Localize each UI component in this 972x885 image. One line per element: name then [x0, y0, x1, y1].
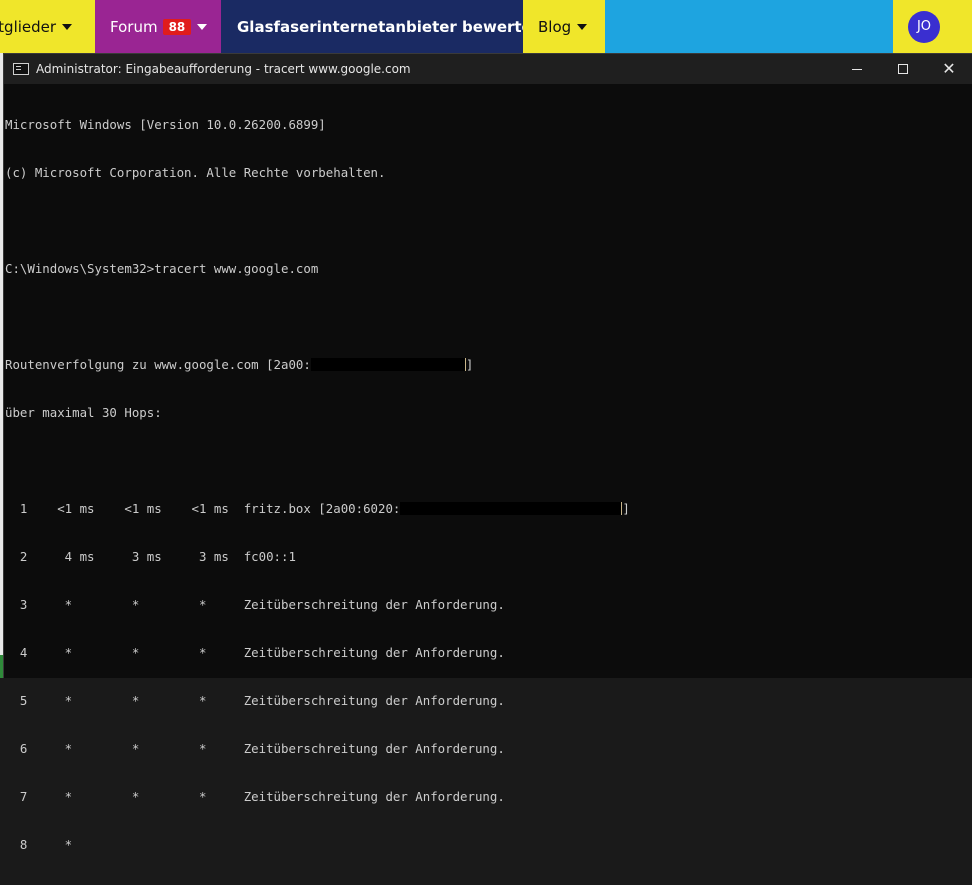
- nav-mitglieder[interactable]: itglieder: [0, 0, 95, 53]
- console-line-copyright: (c) Microsoft Corporation. Alle Rechte v…: [5, 165, 386, 180]
- redacted-address-block: [310, 358, 466, 371]
- forum-count-badge: 88: [162, 18, 192, 35]
- console-output[interactable]: Microsoft Windows [Version 10.0.26200.68…: [4, 84, 972, 885]
- chevron-down-icon: [577, 23, 588, 30]
- route-text-end: ]: [465, 357, 474, 372]
- avatar[interactable]: JO: [908, 10, 940, 43]
- terminal-window[interactable]: Administrator: Eingabeaufforderung - tra…: [3, 53, 972, 852]
- console-line-hop: 1 <1 ms <1 ms <1 ms fritz.box [2a00:6020…: [5, 501, 972, 517]
- console-line-version: Microsoft Windows [Version 10.0.26200.68…: [5, 117, 326, 132]
- console-line-max-hops: über maximal 30 Hops:: [5, 405, 162, 420]
- console-line-route: Routenverfolgung zu www.google.com [2a00…: [5, 357, 972, 373]
- console-line-hop: 6 * * * Zeitüberschreitung der Anforderu…: [5, 741, 505, 756]
- maximize-button[interactable]: [880, 54, 926, 84]
- minimize-button[interactable]: [834, 54, 880, 84]
- redacted-address-block: [400, 502, 623, 515]
- nav-blog-label: Blog: [538, 17, 572, 36]
- nav-forum[interactable]: Forum 88: [95, 0, 221, 53]
- nav-user-menu[interactable]: JO: [893, 0, 972, 53]
- console-line-hop: 2 4 ms 3 ms 3 ms fc00::1: [5, 549, 296, 564]
- close-button[interactable]: ✕: [926, 54, 972, 84]
- console-line-hop: 5 * * * Zeitüberschreitung der Anforderu…: [5, 693, 505, 708]
- nav-mitglieder-label: itglieder: [0, 17, 57, 36]
- route-text: Routenverfolgung zu www.google.com [2a00…: [5, 357, 311, 372]
- chevron-down-icon: [62, 23, 73, 30]
- nav-rate-providers[interactable]: Glasfaserinternetanbieter bewerten: [221, 0, 523, 53]
- window-title: Administrator: Eingabeaufforderung - tra…: [36, 62, 411, 76]
- close-icon: ✕: [942, 59, 956, 78]
- nav-spacer: [605, 0, 893, 53]
- console-line-hop: 3 * * * Zeitüberschreitung der Anforderu…: [5, 597, 505, 612]
- hop1-text-end: ]: [622, 501, 630, 516]
- hop1-text: 1 <1 ms <1 ms <1 ms fritz.box [2a00:6020…: [5, 501, 401, 516]
- nav-rate-label: Glasfaserinternetanbieter bewerten: [237, 17, 523, 36]
- chevron-down-icon: [197, 23, 208, 30]
- window-titlebar[interactable]: Administrator: Eingabeaufforderung - tra…: [4, 54, 972, 84]
- console-line-hop: 4 * * * Zeitüberschreitung der Anforderu…: [5, 645, 505, 660]
- window-controls: ✕: [834, 54, 972, 84]
- nav-blog[interactable]: Blog: [523, 0, 605, 53]
- console-line-blank: [5, 309, 972, 325]
- maximize-icon: [898, 64, 908, 74]
- console-line-hop: 7 * * * Zeitüberschreitung der Anforderu…: [5, 789, 505, 804]
- console-line-blank: [5, 453, 972, 469]
- site-nav-bar: itglieder Forum 88 Glasfaserinternetanbi…: [0, 0, 972, 53]
- console-line-hop: 8 *: [5, 837, 73, 852]
- nav-forum-label: Forum: [110, 17, 158, 36]
- minimize-icon: [852, 68, 862, 70]
- cmd-app-icon: [13, 63, 29, 75]
- console-line-blank: [5, 213, 972, 229]
- console-line-prompt: C:\Windows\System32>tracert www.google.c…: [5, 261, 319, 276]
